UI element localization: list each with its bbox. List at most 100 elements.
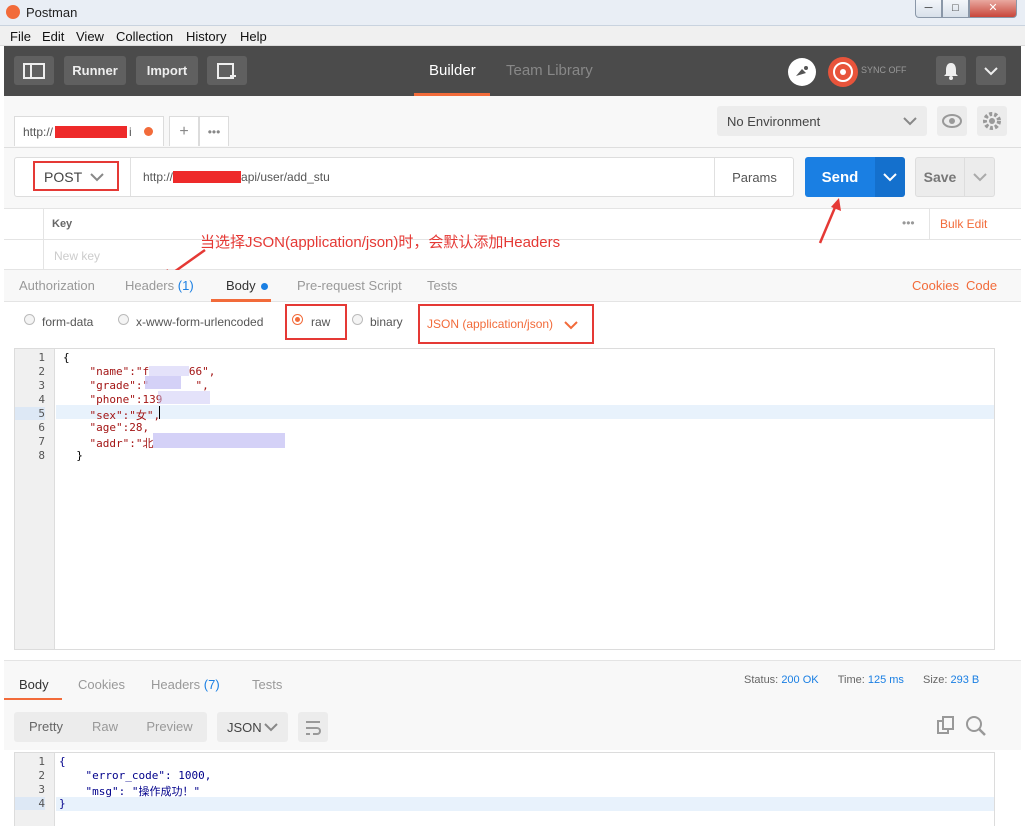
runner-button[interactable]: Runner [64, 56, 126, 85]
response-tab-headers[interactable]: Headers (7) [151, 677, 220, 692]
maximize-button[interactable]: □ [942, 0, 969, 18]
tab-headers-label: Headers [125, 278, 175, 293]
response-tab-cookies[interactable]: Cookies [78, 677, 125, 692]
gear-icon [983, 112, 1001, 130]
builder-tabs: Authorization Headers (1) Body Pre-reque… [4, 270, 1021, 302]
window-titlebar: Postman ─ □ ✕ [0, 0, 1025, 26]
interceptor-satellite-icon[interactable] [788, 58, 816, 86]
form-data-label[interactable]: form-data [42, 315, 93, 329]
copy-icon[interactable] [936, 716, 956, 736]
tab-team-library[interactable]: Team Library [506, 62, 593, 79]
new-tab-button[interactable]: + [169, 116, 199, 146]
chevron-down-icon [972, 173, 987, 182]
response-format-select[interactable]: JSON [217, 712, 288, 742]
url-prefix: http:// [143, 170, 174, 184]
line-number: 2 [38, 365, 45, 378]
new-key-input[interactable]: New key [54, 249, 100, 263]
menu-help[interactable]: Help [240, 29, 267, 44]
menu-edit[interactable]: Edit [42, 29, 64, 44]
response-tabs: Body Cookies Headers (7) Tests Status: 2… [4, 660, 1021, 701]
pretty-button[interactable]: Pretty [14, 712, 78, 742]
environment-quick-look-button[interactable] [937, 106, 967, 136]
binary-radio[interactable] [352, 314, 363, 325]
redacted-value [149, 366, 189, 376]
search-icon[interactable] [965, 715, 987, 737]
tab-headers[interactable]: Headers (1) [125, 278, 194, 293]
body-indicator-dot-icon [261, 283, 269, 291]
close-button[interactable]: ✕ [969, 0, 1017, 18]
tab-prerequest-script[interactable]: Pre-request Script [297, 278, 402, 293]
sync-icon[interactable] [827, 56, 859, 88]
more-icon[interactable]: ••• [902, 216, 915, 230]
line-number: 1 [38, 755, 45, 768]
line-number: 3 [38, 783, 45, 796]
urlencoded-radio[interactable] [118, 314, 129, 325]
tab-tests[interactable]: Tests [427, 278, 457, 293]
tab-authorization[interactable]: Authorization [19, 278, 95, 293]
request-tab[interactable]: http:// i [14, 116, 164, 146]
line-number: 3 [38, 379, 45, 392]
response-format-value: JSON [227, 719, 262, 735]
params-button[interactable]: Params [714, 158, 794, 196]
environment-select[interactable]: No Environment [717, 106, 927, 136]
save-button[interactable]: Save [915, 157, 965, 197]
active-line-highlight [56, 797, 994, 811]
tab-body[interactable]: Body [226, 278, 269, 293]
time-label: Time: [837, 674, 865, 686]
code-line: { [63, 351, 70, 364]
urlencoded-label[interactable]: x-www-form-urlencoded [136, 315, 263, 329]
send-button[interactable]: Send [805, 157, 875, 197]
chevron-down-icon [264, 723, 278, 732]
settings-menu-button[interactable] [976, 56, 1006, 85]
chevron-down-icon [903, 117, 917, 126]
preview-button[interactable]: Preview [132, 712, 207, 742]
response-tab-tests[interactable]: Tests [252, 677, 282, 692]
menu-file[interactable]: File [10, 29, 31, 44]
redacted-value [158, 391, 210, 404]
send-options-button[interactable] [875, 157, 905, 197]
request-body-editor[interactable]: 1 2 3 4 5 6 7 8 { "name":"f 66", "grade"… [14, 348, 995, 650]
content-type-select[interactable]: JSON (application/json) [418, 304, 594, 344]
annotation-arrow-icon [818, 198, 841, 244]
bulk-edit-link[interactable]: Bulk Edit [940, 217, 987, 231]
response-headers-count: (7) [203, 677, 220, 692]
tab-builder[interactable]: Builder [429, 62, 476, 79]
status-value: 200 OK [781, 674, 819, 686]
request-tab-url-suffix: i [129, 124, 132, 139]
form-data-radio[interactable] [24, 314, 35, 325]
raw-button[interactable]: Raw [78, 712, 132, 742]
notifications-button[interactable] [936, 56, 966, 85]
line-number: 8 [38, 449, 45, 462]
request-tab-url-prefix: http:// [23, 124, 54, 139]
environment-selected: No Environment [727, 113, 821, 129]
code-line: "msg": "操作成功！" [59, 785, 201, 798]
import-button[interactable]: Import [136, 56, 198, 85]
line-number: 5 [15, 407, 45, 420]
save-options-button[interactable] [965, 157, 995, 197]
new-window-icon [217, 62, 236, 79]
method-highlight-box [33, 161, 119, 191]
cookies-link[interactable]: Cookies [912, 278, 959, 293]
url-input[interactable]: http:// api/user/add_stu [130, 158, 712, 196]
redacted-value [145, 376, 181, 389]
menu-collection[interactable]: Collection [116, 29, 173, 44]
binary-label[interactable]: binary [370, 315, 403, 329]
response-toolbar: Pretty Raw Preview JSON [4, 700, 1021, 750]
plus-icon: + [179, 122, 189, 140]
sidebar-toggle-button[interactable] [14, 56, 54, 85]
minimize-button[interactable]: ─ [915, 0, 942, 18]
wrap-lines-button[interactable] [298, 712, 328, 742]
response-body-viewer[interactable]: 1 2 3 4 { "error_code": 1000, "msg": "操作… [14, 752, 995, 826]
manage-environments-button[interactable] [977, 106, 1007, 136]
tab-options-button[interactable]: ••• [199, 116, 229, 146]
menu-view[interactable]: View [76, 29, 104, 44]
code-link[interactable]: Code [966, 278, 997, 293]
new-window-button[interactable] [207, 56, 247, 85]
url-path: api/user/add_stu [241, 170, 330, 184]
request-tabs-bar: http:// i + ••• No Environment [4, 96, 1021, 148]
response-tab-body[interactable]: Body [19, 677, 49, 692]
menu-history[interactable]: History [186, 29, 226, 44]
view-mode-group: Pretty Raw Preview [14, 712, 207, 742]
redacted-value [153, 433, 285, 448]
annotation-text: 当选择JSON(application/json)时，会默认添加Headers [200, 234, 561, 251]
